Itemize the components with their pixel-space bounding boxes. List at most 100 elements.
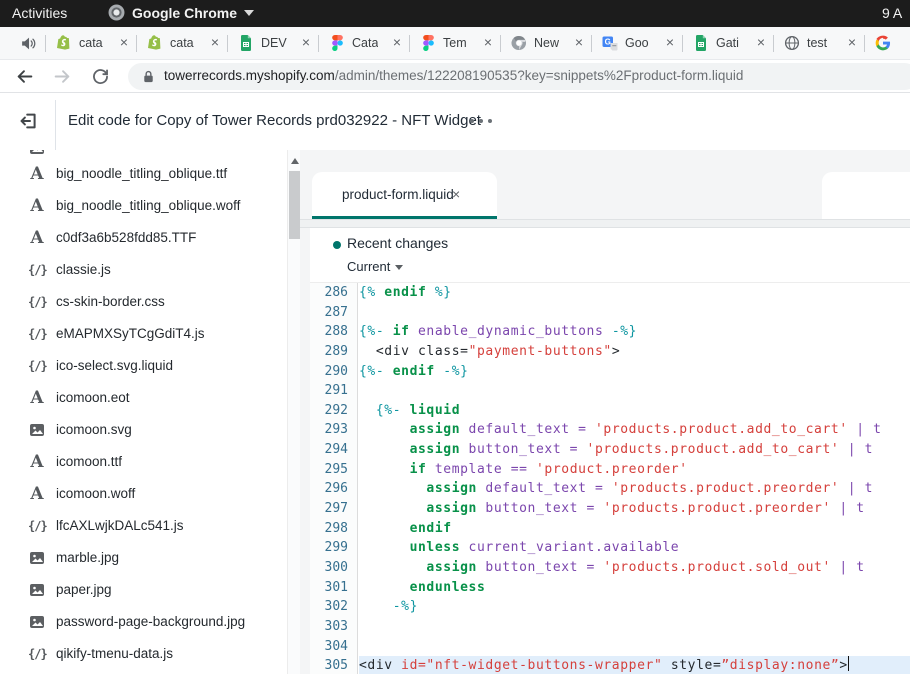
file-item[interactable]: marble.jpg [0, 542, 300, 574]
code-file-icon: {/} [28, 261, 46, 279]
file-item[interactable]: Abig_noodle_titling_oblique.ttf [0, 158, 300, 190]
editor-tab-close-icon[interactable]: × [452, 186, 460, 202]
file-item[interactable]: icomoon.svg [0, 414, 300, 446]
code-line[interactable] [359, 381, 910, 401]
code-line[interactable]: <div class="payment-buttons"> [359, 342, 910, 362]
code-line[interactable]: assign default_text = 'products.product.… [359, 420, 910, 440]
code-line[interactable]: if template == 'product.preorder' [359, 460, 910, 480]
file-item[interactable]: {/}lfcAXLwjkDALc541.js [0, 510, 300, 542]
globe-favicon-icon [784, 35, 800, 51]
browser-tab[interactable]: New× [501, 27, 592, 59]
reload-button[interactable] [91, 67, 110, 86]
file-item[interactable]: Aicomoon.ttf [0, 446, 300, 478]
line-number: 304 [310, 637, 357, 657]
code-token: endif [393, 364, 435, 379]
code-line[interactable]: {%- liquid [359, 401, 910, 421]
file-item[interactable]: paper.jpg [0, 574, 300, 606]
tab-close-icon[interactable]: × [120, 35, 128, 50]
code-line[interactable] [359, 303, 910, 323]
code-editor-region: product-form.liquid × Recent changes Cur… [300, 150, 910, 674]
file-name: icomoon.ttf [56, 454, 122, 469]
revisions-header: Recent changes Current [310, 228, 910, 283]
chevron-down-icon[interactable] [395, 265, 403, 270]
browser-tab[interactable]: Cata× [319, 27, 410, 59]
file-item[interactable]: password-page-background.jpg [0, 606, 300, 638]
code-line[interactable]: {%- if enable_dynamic_buttons -%} [359, 322, 910, 342]
line-number: 303 [310, 617, 357, 637]
code-line[interactable]: <div id="nft-widget-buttons-wrapper" sty… [359, 656, 910, 674]
code-line[interactable]: {%- endif -%} [359, 362, 910, 382]
browser-tab[interactable]: test × [774, 27, 865, 59]
file-item[interactable]: Abig_noodle_titling_oblique.woff [0, 190, 300, 222]
browser-tab[interactable]: DEV× [228, 27, 319, 59]
browser-toolbar: towerrecords.myshopify.com/admin/themes/… [0, 60, 910, 93]
code-line[interactable] [359, 617, 910, 637]
dot-icon [479, 119, 483, 123]
more-actions-button[interactable] [470, 119, 492, 123]
browser-tab[interactable]: GGoo× [592, 27, 683, 59]
address-bar[interactable]: towerrecords.myshopify.com/admin/themes/… [128, 63, 910, 90]
browser-tab[interactable]: cata× [46, 27, 137, 59]
code-token: endunless [410, 580, 486, 595]
sidebar-scrollbar[interactable] [287, 150, 300, 674]
code-line[interactable]: endif [359, 519, 910, 539]
code-area[interactable]: 2862872882892902912922932942952962972982… [310, 283, 910, 674]
url-text[interactable]: towerrecords.myshopify.com/admin/themes/… [164, 68, 743, 83]
tab-close-icon[interactable]: × [848, 35, 856, 50]
code-line[interactable] [359, 637, 910, 657]
lock-icon[interactable] [141, 69, 156, 84]
shopify-page-header: Edit code for Copy of Tower Records prd0… [0, 93, 910, 150]
tab-title: test [807, 36, 827, 50]
app-menu-button[interactable]: Google Chrome [108, 4, 254, 21]
file-item[interactable]: {/}eMAPMXSyTCgGdiT4.js [0, 318, 300, 350]
recent-changes-bullet-icon [333, 241, 341, 249]
editor-file-tab[interactable]: product-form.liquid × [312, 172, 497, 219]
file-item[interactable]: {/}classie.js [0, 254, 300, 286]
scrollbar-thumb[interactable] [289, 171, 300, 239]
code-line[interactable]: unless current_variant.available [359, 538, 910, 558]
text-cursor [848, 656, 850, 671]
code-line[interactable]: -%} [359, 597, 910, 617]
code-token: {%- [359, 324, 393, 339]
revision-select[interactable]: Current [347, 259, 390, 274]
code-token: liquid [410, 403, 461, 418]
browser-tab[interactable] [865, 27, 910, 59]
scroll-up-arrow-icon[interactable] [291, 158, 299, 164]
line-number: 297 [310, 499, 357, 519]
activities-button[interactable]: Activities [12, 5, 67, 21]
tab-close-icon[interactable]: × [666, 35, 674, 50]
tab-close-icon[interactable]: × [211, 35, 219, 50]
code-line[interactable]: {% endif %} [359, 283, 910, 303]
file-item[interactable]: Aicomoon.woff [0, 478, 300, 510]
browser-tab[interactable]: cata× [137, 27, 228, 59]
image-file-icon [28, 581, 46, 599]
exit-code-editor-button[interactable] [19, 111, 39, 131]
sheets-favicon-icon [693, 35, 709, 51]
file-item[interactable]: {/}qikify-tmenu-data.js [0, 638, 300, 670]
file-item-partial[interactable] [0, 150, 300, 158]
file-name: password-page-background.jpg [56, 614, 245, 629]
file-item[interactable]: {/}ico-select.svg.liquid [0, 350, 300, 382]
file-item[interactable]: Ac0df3a6b528fdd85.TTF [0, 222, 300, 254]
speaker-icon[interactable] [20, 35, 37, 52]
file-item[interactable]: Aicomoon.eot [0, 382, 300, 414]
code-line[interactable]: assign button_text = 'products.product.p… [359, 499, 910, 519]
code-line[interactable]: assign button_text = 'products.product.a… [359, 440, 910, 460]
clock[interactable]: 9 A [882, 5, 902, 21]
code-line[interactable]: assign button_text = 'products.product.s… [359, 558, 910, 578]
forward-button[interactable] [53, 67, 72, 86]
browser-tab[interactable]: Gati × [683, 27, 774, 59]
code-line[interactable]: endunless [359, 578, 910, 598]
tab-close-icon[interactable]: × [575, 35, 583, 50]
tab-close-icon[interactable]: × [484, 35, 492, 50]
code-token: 'products.product.add_to_cart' [587, 442, 840, 457]
tab-title: Gati [716, 36, 739, 50]
file-item[interactable]: {/}cs-skin-border.css [0, 286, 300, 318]
back-button[interactable] [15, 67, 34, 86]
tab-close-icon[interactable]: × [757, 35, 765, 50]
code-line[interactable]: assign default_text = 'products.product.… [359, 479, 910, 499]
tab-close-icon[interactable]: × [302, 35, 310, 50]
code-token: 'products.product.sold_out' [603, 560, 831, 575]
tab-close-icon[interactable]: × [393, 35, 401, 50]
browser-tab[interactable]: Tem× [410, 27, 501, 59]
